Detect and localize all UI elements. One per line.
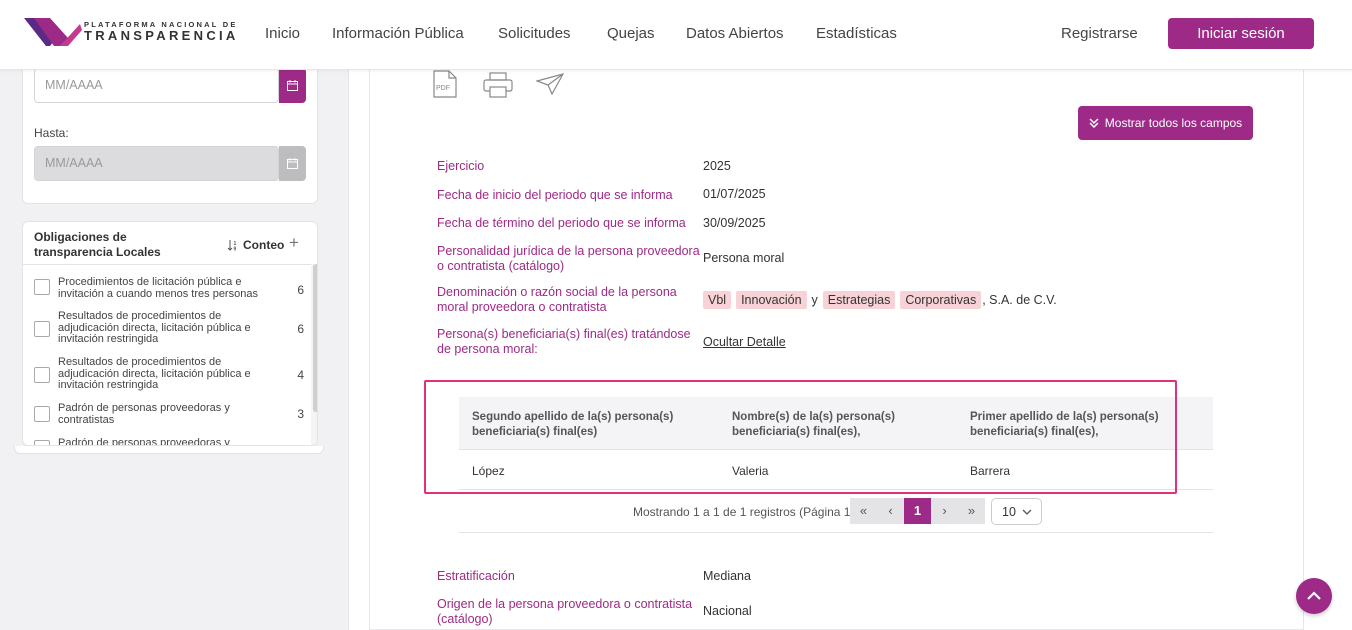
- list-item-count: 3: [297, 407, 304, 421]
- svg-text:9: 9: [234, 247, 237, 252]
- pagination-divider: [459, 532, 1213, 533]
- plus-icon[interactable]: +: [289, 233, 299, 253]
- field-label-estratificacion: Estratificación: [437, 569, 515, 583]
- pdf-icon-label: PDF: [436, 85, 450, 92]
- page-size-select[interactable]: 10: [991, 498, 1042, 525]
- prev-page-button[interactable]: ‹: [877, 498, 904, 524]
- field-label-beneficiarios: Persona(s) beneficiaria(s) final(es) tra…: [437, 327, 691, 356]
- field-value-origen: Nacional: [703, 604, 752, 618]
- denominacion-suffix: , S.A. de C.V.: [982, 293, 1057, 307]
- paper-plane-icon[interactable]: [535, 73, 565, 100]
- field-value-personalidad: Persona moral: [703, 251, 785, 265]
- checkbox[interactable]: [34, 321, 50, 337]
- table-highlight-box: [424, 380, 1177, 494]
- last-page-button[interactable]: »: [958, 498, 985, 524]
- nav-inicio[interactable]: Inicio: [265, 25, 300, 42]
- list-item[interactable]: Resultados de procedimientos de adjudica…: [34, 356, 304, 392]
- obligaciones-title: Obligaciones de transparencia Locales: [34, 230, 161, 259]
- date-filter-card: MM/AAAA Hasta: MM/AAAA: [22, 55, 318, 204]
- denominacion-value: Vbl Innovación y Estrategias Corporativa…: [703, 291, 1057, 309]
- checkbox[interactable]: [34, 406, 50, 422]
- obligaciones-card: Obligaciones de transparencia Locales 19…: [22, 221, 318, 446]
- list-scroll-thumb[interactable]: [313, 264, 317, 412]
- nav-informacion-publica[interactable]: Información Pública: [332, 25, 464, 42]
- hide-detail-link[interactable]: Ocultar Detalle: [703, 335, 786, 349]
- nav-quejas[interactable]: Quejas: [607, 25, 655, 42]
- chevron-down-icon: [1022, 509, 1032, 515]
- field-label-personalidad: Personalidad jurídica de la persona prov…: [437, 244, 700, 273]
- list-item[interactable]: Padrón de personas proveedoras y: [34, 437, 304, 446]
- hasta-date-input[interactable]: MM/AAAA: [34, 146, 279, 181]
- field-value-ejercicio: 2025: [703, 159, 731, 173]
- nav-datos-abiertos[interactable]: Datos Abiertos: [686, 25, 784, 42]
- field-value-estratificacion: Mediana: [703, 569, 751, 583]
- calendar-icon[interactable]: [279, 68, 306, 103]
- list-item-label: Procedimientos de licitación pública e i…: [58, 276, 258, 300]
- list-item-label: Padrón de personas proveedoras y: [58, 437, 230, 446]
- page-size-value: 10: [1002, 505, 1016, 519]
- obligaciones-list: Procedimientos de licitación pública e i…: [23, 264, 311, 446]
- login-button[interactable]: Iniciar sesión: [1168, 18, 1314, 49]
- list-item-label: Padrón de personas proveedoras y contrat…: [58, 402, 230, 426]
- nav-estadisticas[interactable]: Estadísticas: [816, 25, 897, 42]
- desde-date-input[interactable]: MM/AAAA: [34, 68, 279, 103]
- first-page-button[interactable]: «: [850, 498, 877, 524]
- top-navbar: PLATAFORMA NACIONAL DE TRANSPARENCIA Ini…: [0, 0, 1352, 70]
- checkbox[interactable]: [34, 279, 50, 295]
- field-label-fecha-termino: Fecha de término del periodo que se info…: [437, 216, 686, 230]
- logo-title: TRANSPARENCIA: [84, 28, 239, 43]
- scroll-to-top-button[interactable]: [1296, 578, 1332, 614]
- field-label-origen: Origen de la persona proveedora o contra…: [437, 597, 693, 626]
- sort-conteo-button[interactable]: 19 Conteo: [227, 238, 284, 252]
- page-1-button[interactable]: 1: [904, 498, 931, 524]
- field-value-fecha-termino: 30/09/2025: [703, 216, 766, 230]
- calendar-icon[interactable]: [279, 146, 306, 181]
- hasta-label: Hasta:: [34, 126, 69, 140]
- sidebar-panel-edge: [14, 446, 324, 454]
- next-page-button[interactable]: ›: [931, 498, 958, 524]
- field-label-fecha-inicio: Fecha de inicio del periodo que se infor…: [437, 188, 673, 202]
- show-all-fields-button[interactable]: Mostrar todos los campos: [1078, 106, 1253, 140]
- list-item-label: Resultados de procedimientos de adjudica…: [58, 356, 251, 391]
- conjunction-text: y: [811, 293, 818, 307]
- chevron-up-icon: [1307, 591, 1321, 600]
- highlight-tag: Innovación: [736, 291, 807, 309]
- highlight-tag: Estrategias: [822, 291, 896, 309]
- highlight-tag: Corporativas: [900, 291, 982, 309]
- highlight-tag: Vbl: [703, 291, 732, 309]
- field-label-ejercicio: Ejercicio: [437, 159, 485, 173]
- nav-solicitudes[interactable]: Solicitudes: [498, 25, 571, 42]
- register-link[interactable]: Registrarse: [1061, 25, 1138, 42]
- logo-mark-icon: [24, 18, 82, 46]
- list-item[interactable]: Procedimientos de licitación pública e i…: [34, 276, 304, 300]
- checkbox[interactable]: [34, 367, 50, 383]
- pagination-info: Mostrando 1 a 1 de 1 registros (Página 1…: [633, 505, 855, 519]
- list-item-count: 6: [297, 283, 304, 297]
- show-all-fields-label: Mostrar todos los campos: [1104, 116, 1243, 130]
- list-item-count: 4: [297, 368, 304, 382]
- list-item-count: 6: [297, 322, 304, 336]
- field-label-denominacion: Denominación o razón social de la person…: [437, 285, 677, 314]
- sort-label: Conteo: [243, 238, 285, 252]
- field-value-fecha-inicio: 01/07/2025: [703, 187, 766, 201]
- brand-logo[interactable]: PLATAFORMA NACIONAL DE TRANSPARENCIA: [24, 14, 235, 48]
- list-item[interactable]: Resultados de procedimientos de adjudica…: [34, 310, 304, 346]
- pdf-icon[interactable]: PDF: [432, 70, 458, 103]
- chevrons-down-icon: [1089, 118, 1099, 128]
- sort-icon: 19: [227, 240, 237, 252]
- list-item-label: Resultados de procedimientos de adjudica…: [58, 310, 251, 345]
- list-item[interactable]: Padrón de personas proveedoras y contrat…: [34, 402, 304, 426]
- printer-icon[interactable]: [483, 72, 513, 103]
